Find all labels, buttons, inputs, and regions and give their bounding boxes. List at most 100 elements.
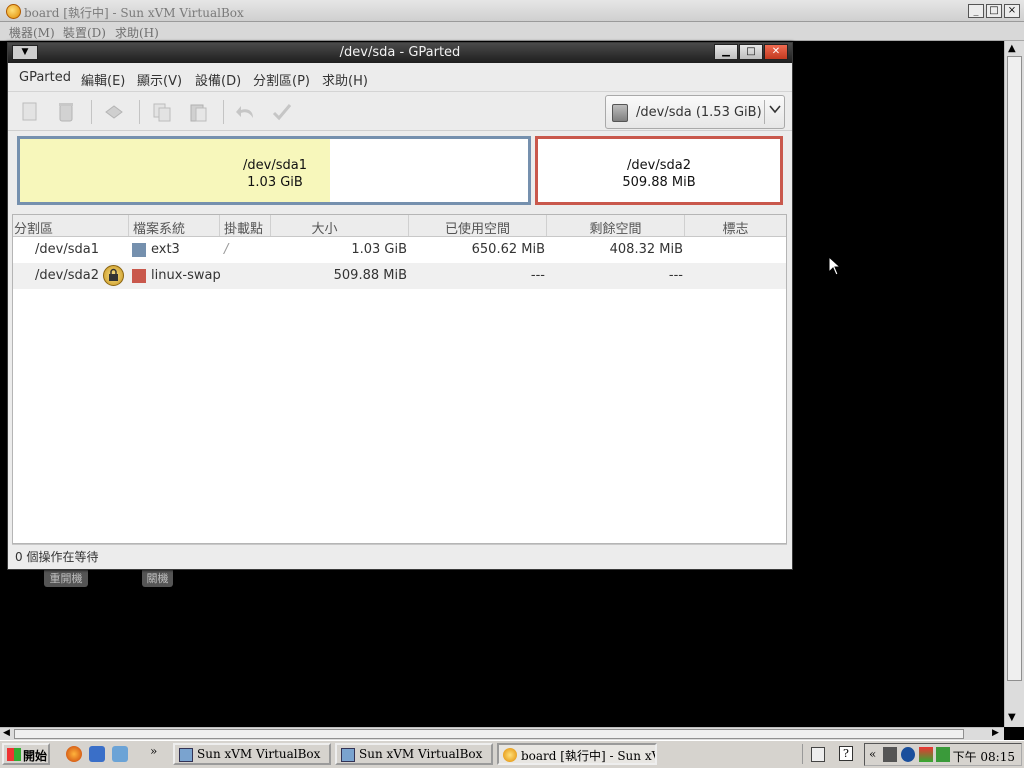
table-row[interactable]: /dev/sda2 linux-swap 509.88 MiB --- --- (13, 263, 786, 289)
cell-filesystem: ext3 (151, 242, 180, 257)
vbox-minimize-button[interactable]: _ (968, 4, 984, 18)
task-label: Sun xVM VirtualBox (197, 747, 321, 761)
menu-device[interactable]: 設備(D) (195, 70, 241, 89)
filesystem-color-swatch (132, 269, 146, 283)
mouse-cursor-icon (828, 256, 842, 276)
column-header-filesystem[interactable]: 檔案系統 (129, 215, 220, 237)
column-header-size[interactable]: 大小 (271, 215, 409, 237)
gparted-window-title: /dev/sda - GParted (339, 45, 461, 60)
horizontal-scroll-thumb[interactable] (14, 729, 964, 739)
gparted-menubar: GParted 編輯(E) 顯示(V) 設備(D) 分割區(P) 求助(H) (8, 63, 792, 91)
vbox-menu-devices[interactable]: 裝置(D) (63, 24, 106, 41)
chevron-down-icon (769, 103, 781, 118)
task-button-virtualbox-2[interactable]: Sun xVM VirtualBox (335, 743, 493, 765)
toolbar-separator (223, 100, 224, 124)
status-bar: 0 個操作在等待 (12, 544, 787, 565)
paste-icon[interactable] (187, 101, 209, 123)
scroll-right-icon[interactable]: ▶ (992, 728, 999, 738)
cell-mountpoint: / (224, 242, 229, 257)
gparted-app-icon (503, 748, 517, 762)
show-desktop-icon[interactable] (112, 746, 128, 762)
apply-icon[interactable] (271, 101, 293, 123)
internet-explorer-icon[interactable] (89, 746, 105, 762)
gparted-toolbar: /dev/sda (1.53 GiB) (8, 91, 792, 131)
tray-expand-icon[interactable]: « (869, 747, 876, 761)
gparted-maximize-button[interactable]: □ (739, 44, 763, 60)
shutdown-button[interactable]: 關機 (142, 568, 173, 587)
update-icon[interactable] (901, 747, 915, 762)
menu-help[interactable]: 求助(H) (322, 70, 368, 89)
vertical-scrollbar[interactable]: ▲ ▼ (1004, 41, 1024, 727)
scroll-left-icon[interactable]: ◀ (3, 728, 10, 738)
vertical-scroll-thumb[interactable] (1007, 56, 1022, 681)
resize-move-icon[interactable] (103, 101, 125, 123)
new-partition-icon[interactable] (19, 101, 41, 123)
partition-map-size: 1.03 GiB (247, 175, 303, 190)
vbox-menu-help[interactable]: 求助(H) (115, 24, 159, 41)
column-header-used[interactable]: 已使用空間 (409, 215, 547, 237)
vbox-menubar: 機器(M) 裝置(D) 求助(H) (0, 22, 1024, 41)
cell-filesystem: linux-swap (151, 268, 221, 283)
quicklaunch-more-icon[interactable]: » (150, 744, 157, 758)
copy-icon[interactable] (151, 101, 173, 123)
menu-view[interactable]: 顯示(V) (137, 70, 182, 89)
column-header-flags[interactable]: 標志 (685, 215, 786, 237)
safely-remove-icon[interactable] (936, 747, 950, 762)
partition-map-sda1[interactable]: /dev/sda1 1.03 GiB (17, 136, 531, 205)
cell-unused: --- (668, 268, 683, 283)
keyboard-icon[interactable] (811, 747, 825, 762)
start-label: 開始 (23, 749, 48, 763)
vbox-window-title: board [執行中] - Sun xVM VirtualBox (24, 6, 244, 20)
task-button-virtualbox-1[interactable]: Sun xVM VirtualBox (173, 743, 331, 765)
task-button-board[interactable]: board [執行中] - Sun xV... (497, 743, 657, 765)
reboot-button[interactable]: 重開機 (44, 568, 88, 587)
lock-icon (103, 265, 124, 286)
column-header-partition[interactable]: 分割區 (13, 215, 129, 237)
horizontal-scrollbar[interactable]: ◀ ▶ (0, 727, 1004, 740)
delete-partition-icon[interactable] (55, 101, 77, 123)
security-icon[interactable] (919, 747, 933, 762)
gparted-titlebar[interactable]: ▼ /dev/sda - GParted ▁ □ ✕ (8, 43, 792, 63)
vbox-titlebar: board [執行中] - Sun xVM VirtualBox _ □ × (0, 0, 1024, 22)
virtualbox-app-icon (6, 4, 21, 19)
start-button[interactable]: 開始 (2, 743, 50, 765)
clock: 下午 08:15 (952, 750, 1015, 764)
vbox-menu-machine[interactable]: 機器(M) (9, 24, 55, 41)
column-header-unused[interactable]: 剩餘空間 (547, 215, 685, 237)
menu-partition[interactable]: 分割區(P) (253, 70, 310, 89)
taskbar-separator (802, 744, 803, 764)
firefox-icon[interactable] (66, 746, 82, 762)
cell-partition: /dev/sda1 (35, 242, 99, 257)
gparted-close-button[interactable]: ✕ (764, 44, 788, 60)
network-icon[interactable] (883, 747, 897, 762)
partition-map-name: /dev/sda1 (243, 158, 307, 173)
menu-edit[interactable]: 編輯(E) (81, 70, 125, 89)
scroll-down-icon[interactable]: ▼ (1008, 712, 1016, 723)
partition-map-size: 509.88 MiB (622, 175, 696, 190)
help-icon[interactable]: ? (839, 746, 853, 761)
menu-gparted[interactable]: GParted (19, 70, 71, 85)
gparted-window: ▼ /dev/sda - GParted ▁ □ ✕ GParted 編輯(E)… (7, 42, 793, 570)
virtualbox-icon (179, 748, 193, 762)
device-selector-label: /dev/sda (1.53 GiB) (636, 105, 762, 120)
device-selector[interactable]: /dev/sda (1.53 GiB) (605, 95, 785, 129)
vbox-close-button[interactable]: × (1004, 4, 1020, 18)
table-header: 分割區 檔案系統 掛載點 大小 已使用空間 剩餘空間 標志 (13, 215, 786, 237)
cell-unused: 408.32 MiB (609, 242, 683, 257)
toolbar-separator (139, 100, 140, 124)
column-header-mountpoint[interactable]: 掛載點 (220, 215, 271, 237)
task-label: Sun xVM VirtualBox (359, 747, 483, 761)
cell-partition: /dev/sda2 (35, 268, 99, 283)
scroll-up-icon[interactable]: ▲ (1008, 43, 1016, 54)
vbox-maximize-button[interactable]: □ (986, 4, 1002, 18)
gparted-minimize-button[interactable]: ▁ (714, 44, 738, 60)
partition-table: 分割區 檔案系統 掛載點 大小 已使用空間 剩餘空間 標志 /dev/sda1 … (12, 214, 787, 544)
partition-map-sda2[interactable]: /dev/sda2 509.88 MiB (535, 136, 783, 205)
partition-map: /dev/sda1 1.03 GiB /dev/sda2 509.88 MiB (8, 132, 792, 214)
pending-operations-text: 0 個操作在等待 (15, 550, 99, 564)
table-row[interactable]: /dev/sda1 ext3 / 1.03 GiB 650.62 MiB 408… (13, 237, 786, 263)
partition-map-name: /dev/sda2 (627, 158, 691, 173)
cell-used: --- (530, 268, 545, 283)
windows-logo-icon (7, 748, 21, 761)
undo-icon[interactable] (235, 101, 257, 123)
